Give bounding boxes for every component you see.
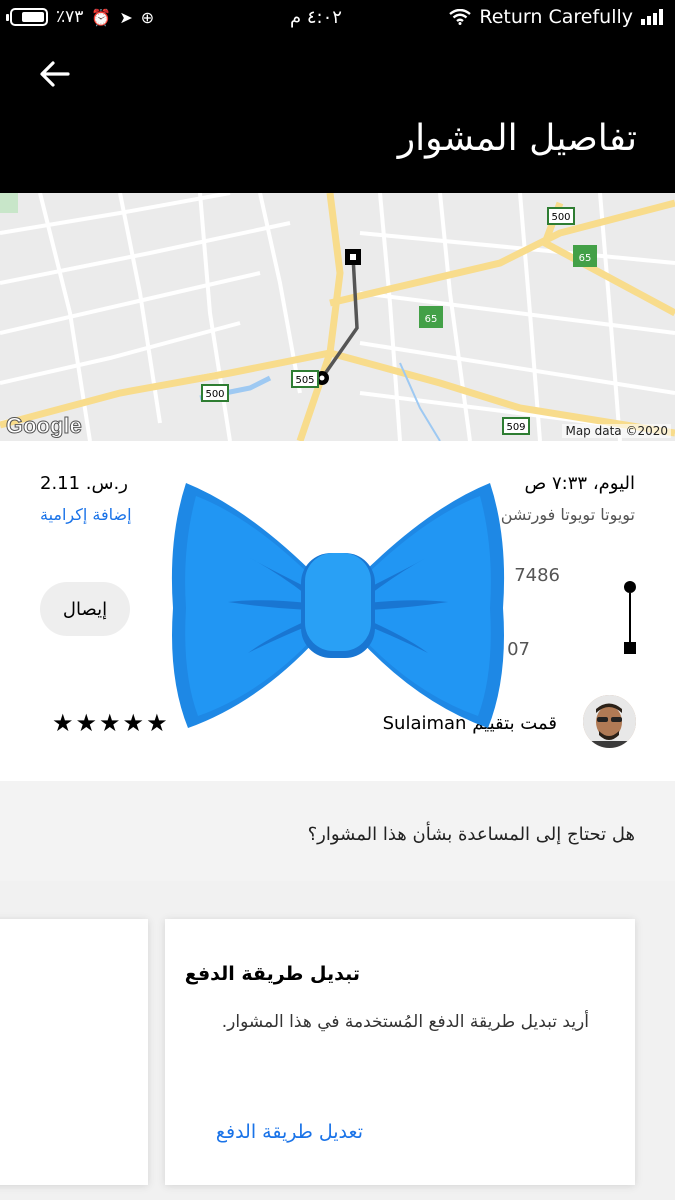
wifi-icon bbox=[449, 9, 472, 25]
page-title: تفاصيل المشوار bbox=[397, 118, 637, 159]
back-arrow-icon[interactable] bbox=[38, 58, 72, 90]
status-left: ٪٧٣ ⏰ ➤ ⊕ bbox=[6, 6, 155, 28]
status-bar: ٪٧٣ ⏰ ➤ ⊕ ٤:٠٢ م Return Carefully bbox=[0, 0, 675, 36]
location-arrow-icon: ➤ bbox=[119, 7, 133, 27]
add-tip-link[interactable]: إضافة إكرامية bbox=[40, 505, 132, 524]
trip-date: اليوم، ٧:٣٣ ص bbox=[524, 473, 635, 494]
card-title: تبديل طريقة الدفع bbox=[184, 963, 360, 985]
rotation-lock-icon: ⊕ bbox=[140, 7, 155, 27]
map-credit: Map data ©2020 bbox=[562, 424, 671, 438]
trip-fare: ر.س. 2.11 bbox=[40, 473, 128, 494]
route-connector bbox=[629, 593, 631, 643]
help-card-partial[interactable] bbox=[0, 919, 148, 1185]
receipt-button[interactable]: إيصال bbox=[40, 582, 130, 636]
svg-text:65: 65 bbox=[425, 314, 438, 325]
driver-avatar bbox=[583, 695, 636, 748]
dropoff-square-icon bbox=[624, 642, 636, 654]
battery-percent: ٪٧٣ bbox=[56, 7, 84, 27]
svg-text:500: 500 bbox=[551, 212, 570, 223]
battery-icon bbox=[6, 8, 48, 26]
pickup-address: 7486 bbox=[514, 565, 560, 586]
svg-text:500: 500 bbox=[205, 389, 224, 400]
rating-stars: ★★★★★ bbox=[52, 709, 170, 737]
pickup-dot-icon bbox=[624, 581, 636, 593]
dropoff-address: 07 bbox=[507, 639, 530, 660]
help-question: هل تحتاج إلى المساعدة بشأن هذا المشوار؟ bbox=[307, 824, 635, 845]
page-header: تفاصيل المشوار bbox=[0, 36, 675, 193]
card-body: أريد تبديل طريقة الدفع المُستخدمة في هذا… bbox=[221, 1012, 589, 1032]
carrier-name: Return Carefully bbox=[479, 6, 633, 28]
car-name: تويوتا تويوتا فورتشن bbox=[500, 505, 635, 524]
bowtie-sticker-icon bbox=[171, 483, 505, 728]
help-section: هل تحتاج إلى المساعدة بشأن هذا المشوار؟ bbox=[0, 781, 675, 881]
edit-payment-link[interactable]: تعديل طريقة الدفع bbox=[216, 1121, 363, 1143]
help-card-payment[interactable]: تبديل طريقة الدفع أريد تبديل طريقة الدفع… bbox=[165, 919, 635, 1185]
status-time: ٤:٠٢ م bbox=[290, 7, 342, 28]
svg-text:505: 505 bbox=[295, 375, 314, 386]
route-indicator bbox=[622, 581, 638, 654]
trip-map[interactable]: 500 65 65 500 505 509 Google Map data ©2… bbox=[0, 193, 675, 441]
svg-text:509: 509 bbox=[506, 422, 525, 433]
google-logo: Google bbox=[6, 413, 83, 439]
status-right: Return Carefully bbox=[449, 6, 663, 28]
help-cards: تبديل طريقة الدفع أريد تبديل طريقة الدفع… bbox=[0, 881, 675, 1200]
signal-icon bbox=[641, 9, 663, 25]
svg-text:65: 65 bbox=[579, 253, 592, 264]
alarm-icon: ⏰ bbox=[91, 7, 112, 27]
